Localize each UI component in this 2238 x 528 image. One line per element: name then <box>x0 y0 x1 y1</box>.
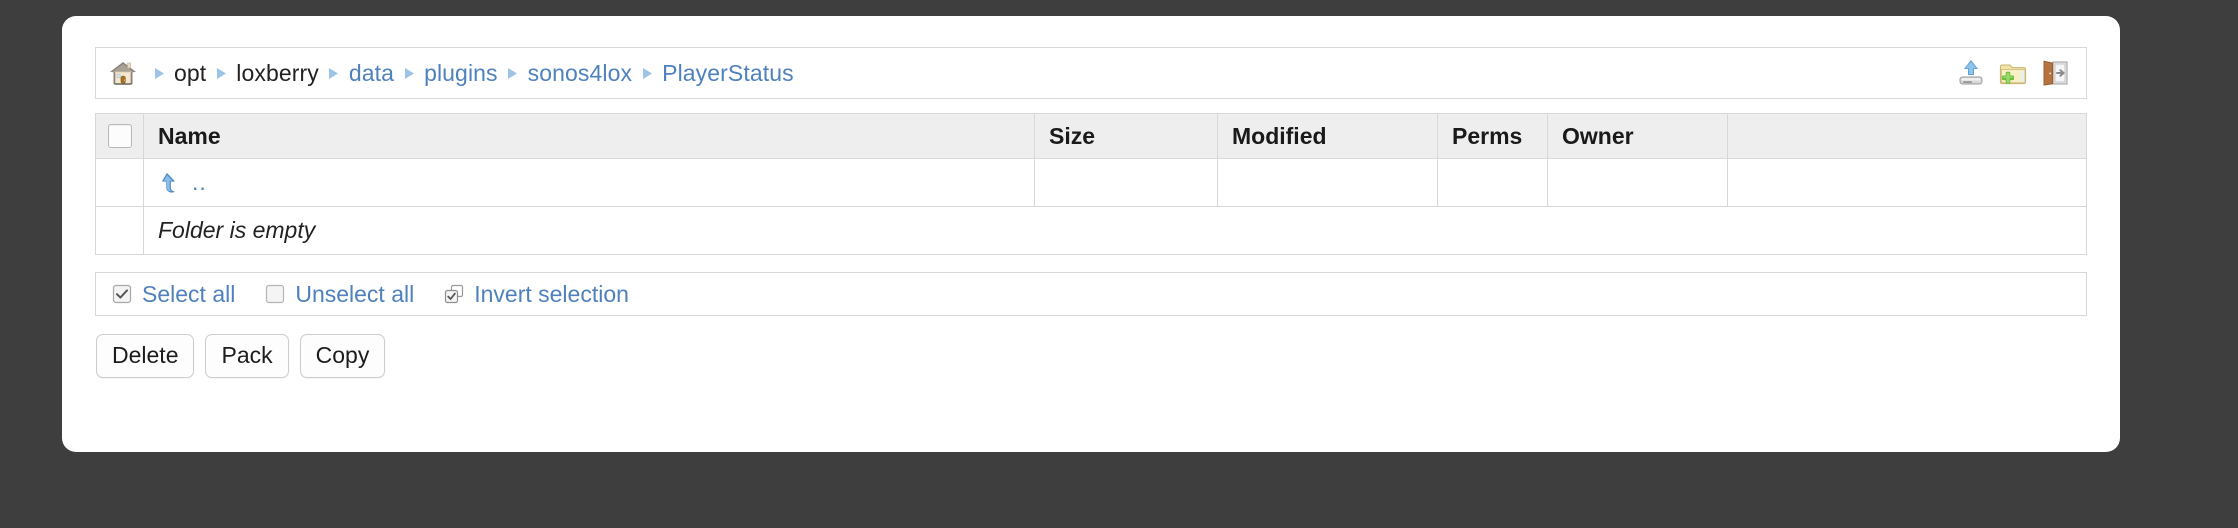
logout-icon[interactable] <box>2040 58 2070 88</box>
new-folder-icon[interactable] <box>1998 58 2028 88</box>
parent-row-actions <box>1727 158 2087 207</box>
pack-button[interactable]: Pack <box>205 334 289 378</box>
select-all-label: Select all <box>142 280 236 307</box>
empty-folder-cell: Folder is empty <box>143 206 2087 255</box>
breadcrumb-item-data[interactable]: data <box>349 60 394 86</box>
column-header-name[interactable]: Name <box>143 113 1035 159</box>
select-all-header-cell <box>95 113 144 159</box>
upload-icon[interactable] <box>1956 58 1986 88</box>
column-header-actions <box>1727 113 2087 159</box>
column-header-size[interactable]: Size <box>1034 113 1218 159</box>
column-header-modified[interactable]: Modified <box>1217 113 1438 159</box>
column-header-owner[interactable]: Owner <box>1547 113 1728 159</box>
table-row-parent[interactable]: .. <box>95 158 2087 207</box>
parent-row-perms <box>1437 158 1548 207</box>
unselect-all-label: Unselect all <box>295 280 415 307</box>
parent-row-size <box>1034 158 1218 207</box>
breadcrumb-separator-icon <box>213 65 229 81</box>
delete-button[interactable]: Delete <box>96 334 195 378</box>
invert-selection-label: Invert selection <box>474 280 629 307</box>
breadcrumb-separator-icon <box>326 65 342 81</box>
breadcrumb-item-sonos4lox[interactable]: sonos4lox <box>528 60 632 86</box>
breadcrumb-separator-icon <box>401 65 417 81</box>
breadcrumb-item-plugins[interactable]: plugins <box>424 60 498 86</box>
arrow-up-left-icon <box>158 171 180 195</box>
file-manager-panel: opt loxberry data plugins sonos4lox Play… <box>62 16 2120 452</box>
breadcrumb-bar: opt loxberry data plugins sonos4lox Play… <box>95 47 2087 99</box>
selection-toolbar: Select all Unselect all Invert selection <box>95 272 2087 316</box>
copy-button[interactable]: Copy <box>299 334 386 378</box>
checkbox-checked-icon <box>112 284 132 304</box>
file-list-table: Name Size Modified Perms Owner .. Folder… <box>95 113 2087 255</box>
unselect-all-link[interactable]: Unselect all <box>265 280 415 307</box>
parent-directory-label[interactable]: .. <box>192 171 207 194</box>
breadcrumb-separator-icon <box>639 65 655 81</box>
breadcrumb-separator-icon <box>505 65 521 81</box>
breadcrumb: opt loxberry data plugins sonos4lox Play… <box>108 59 1956 87</box>
file-manager-content: opt loxberry data plugins sonos4lox Play… <box>95 47 2087 378</box>
breadcrumb-item-loxberry[interactable]: loxberry <box>236 60 319 86</box>
empty-folder-message: Folder is empty <box>158 217 316 243</box>
checkbox-empty-icon <box>265 284 285 304</box>
breadcrumb-item-playerstatus[interactable]: PlayerStatus <box>662 60 794 86</box>
table-header-row: Name Size Modified Perms Owner <box>95 113 2087 159</box>
table-row-empty: Folder is empty <box>95 206 2087 255</box>
select-all-checkbox[interactable] <box>107 124 132 148</box>
home-icon[interactable] <box>108 59 138 87</box>
action-button-row: Delete Pack Copy <box>95 334 2087 378</box>
empty-row-checkbox-cell <box>95 206 144 255</box>
select-all-link[interactable]: Select all <box>112 280 236 307</box>
parent-row-owner <box>1547 158 1728 207</box>
parent-directory-cell[interactable]: .. <box>143 158 1035 207</box>
parent-row-modified <box>1217 158 1438 207</box>
breadcrumb-separator-icon <box>151 65 167 81</box>
column-header-perms[interactable]: Perms <box>1437 113 1548 159</box>
invert-selection-icon <box>444 284 464 304</box>
row-checkbox-cell <box>95 158 144 207</box>
invert-selection-link[interactable]: Invert selection <box>444 280 629 307</box>
breadcrumb-item-opt[interactable]: opt <box>174 60 206 86</box>
header-actions <box>1956 58 2072 88</box>
